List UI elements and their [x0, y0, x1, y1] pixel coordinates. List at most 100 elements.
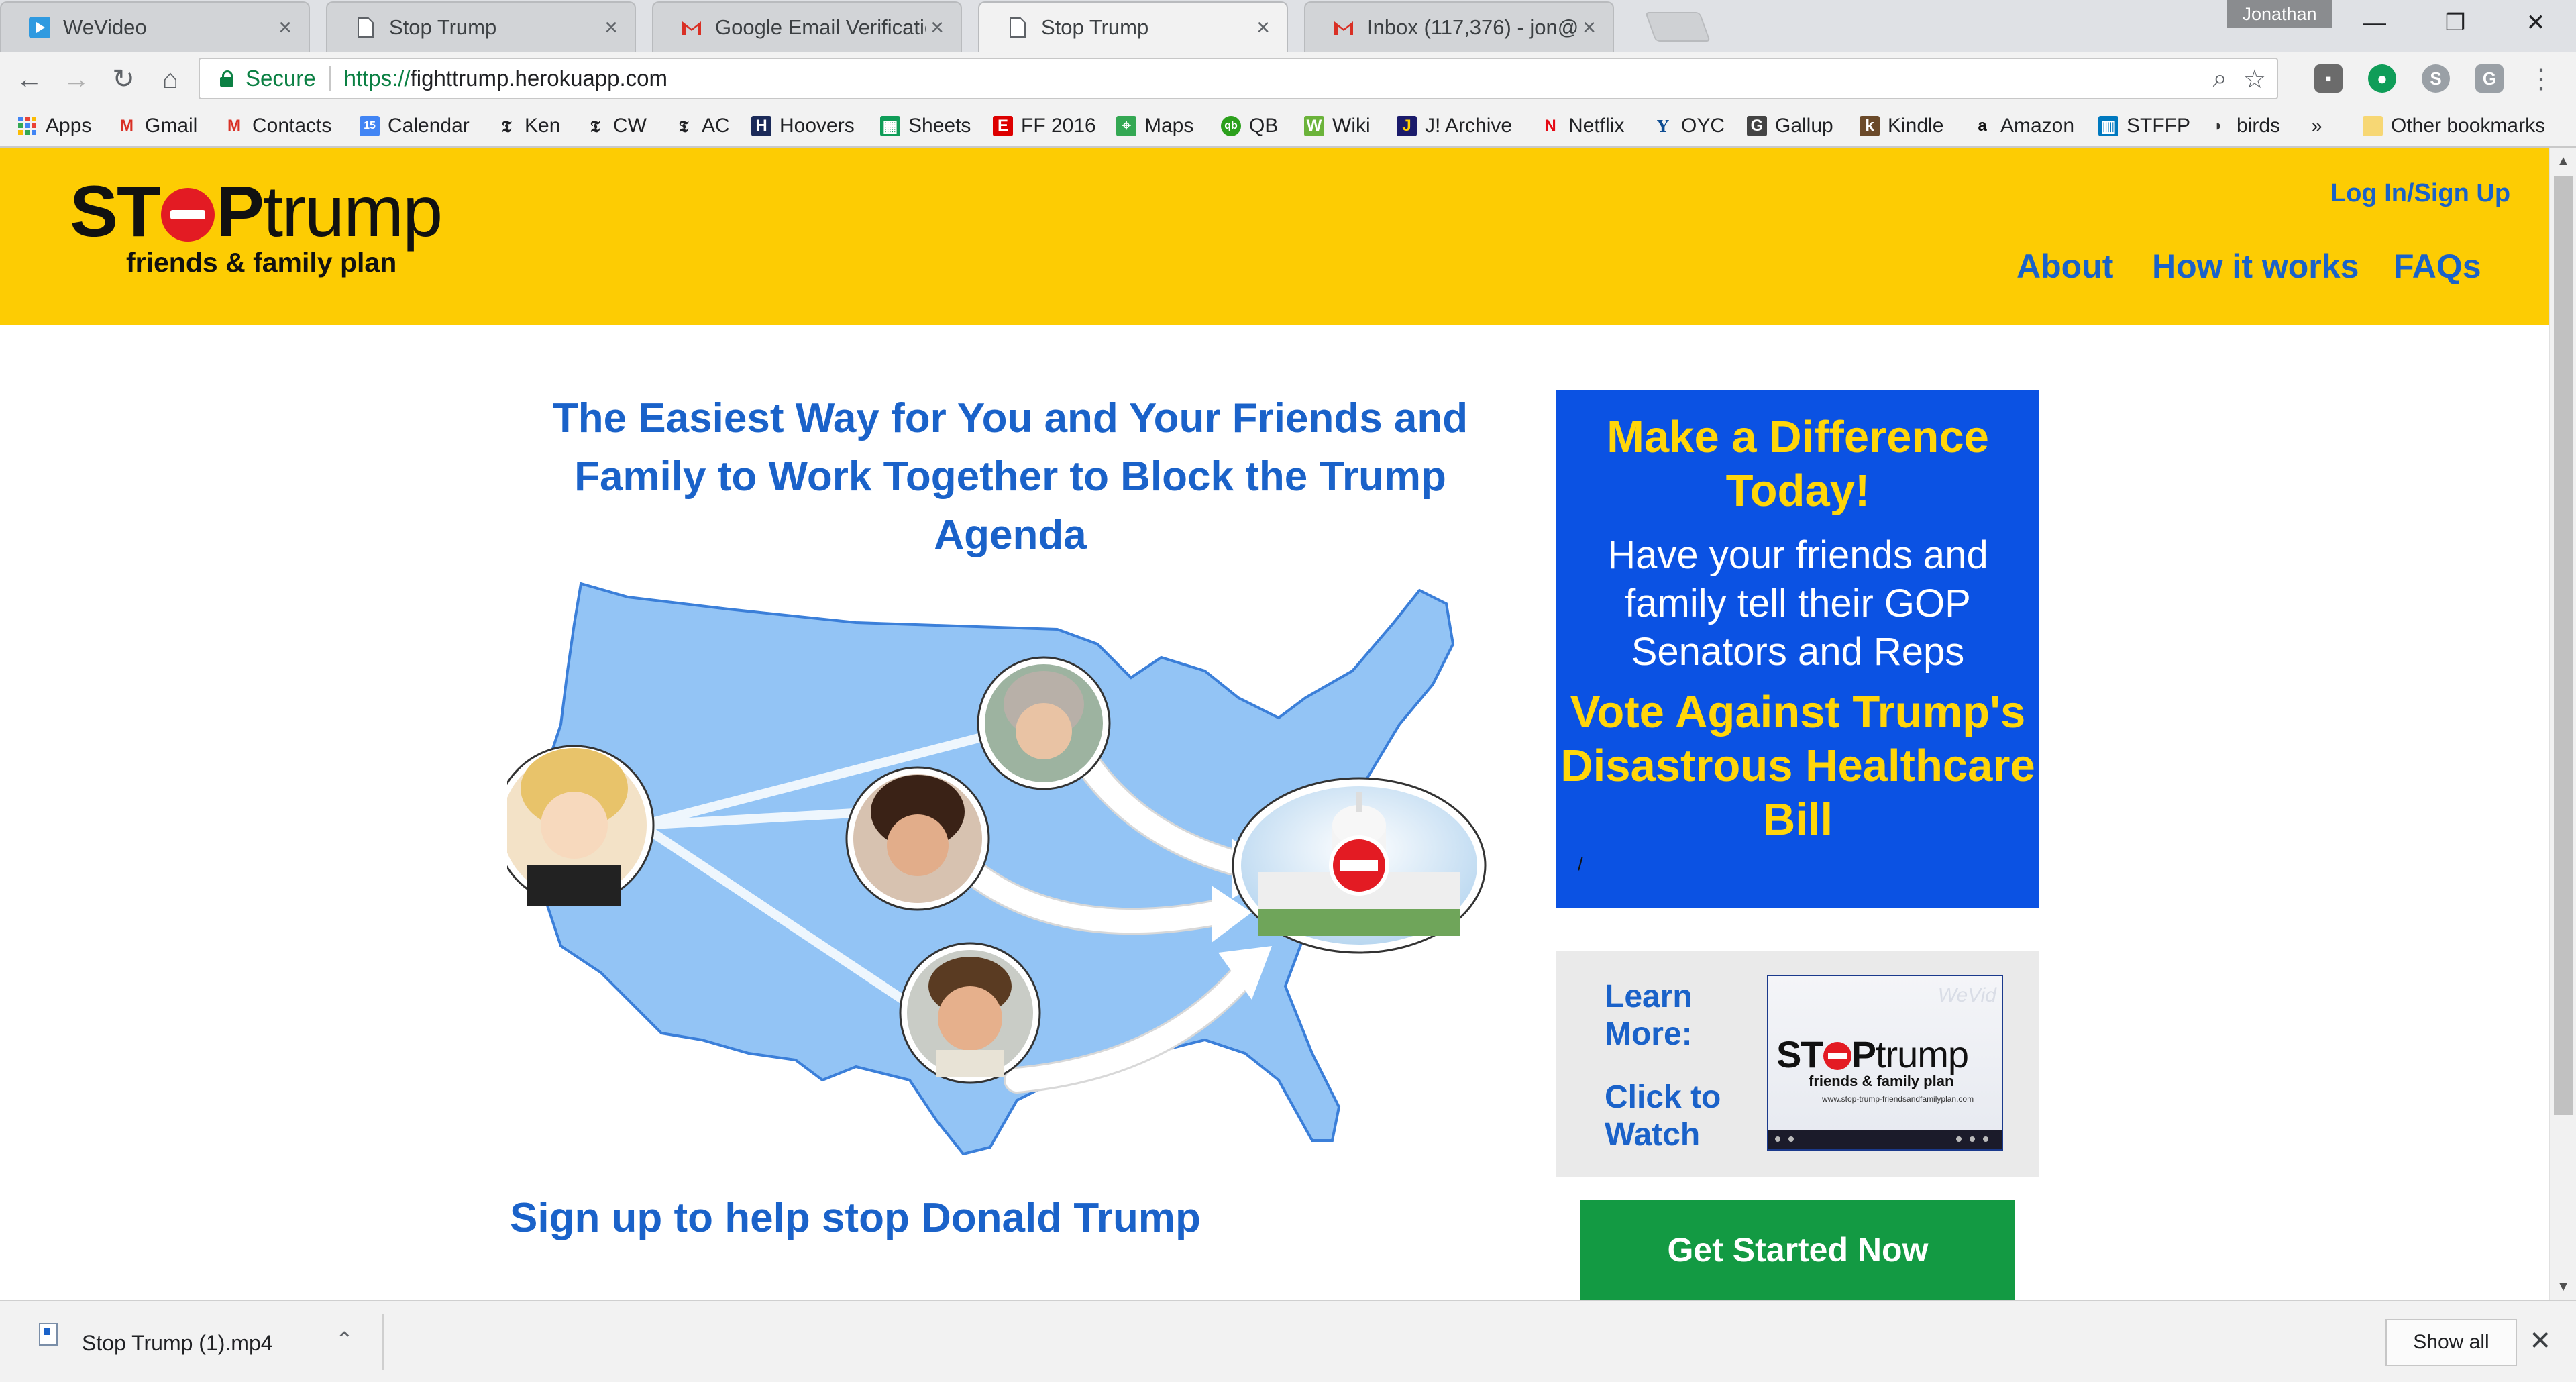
stop-sign-icon [161, 188, 215, 242]
extension-icon[interactable]: ▪ [2314, 64, 2343, 93]
caller-photo-4-male [899, 942, 1041, 1084]
chevron-up-icon[interactable]: ⌃ [335, 1327, 354, 1352]
tab-google-email-verification[interactable]: Google Email Verification × [652, 1, 962, 52]
bookmark-hoovers[interactable]: H Hoovers [751, 113, 855, 140]
bookmark-contacts[interactable]: M Contacts [224, 113, 331, 140]
profile-chip[interactable]: Jonathan [2227, 0, 2332, 28]
gmail-icon: M [120, 117, 133, 135]
bookmark-ac[interactable]: 𝕿 AC [674, 113, 730, 140]
bookmark-oyc[interactable]: Y OYC [1653, 113, 1725, 140]
click-to-watch-label[interactable]: Click to Watch [1605, 1079, 1739, 1154]
close-icon[interactable]: × [600, 15, 623, 41]
wiki-icon: W [1304, 116, 1324, 136]
bookmark-stffp[interactable]: ▥ STFFP [2098, 113, 2190, 140]
bookmark-wiki[interactable]: W Wiki [1304, 113, 1371, 140]
bookmark-ken[interactable]: 𝕿 Ken [496, 113, 561, 140]
close-icon[interactable]: × [274, 15, 297, 41]
page-viewport: ST Ptrump friends & family plan Log In/Si… [0, 148, 2549, 1300]
bookmark-label: Apps [46, 115, 92, 137]
tab-stop-trump-active[interactable]: Stop Trump × [978, 1, 1288, 52]
hangouts-icon[interactable]: ● [2368, 64, 2396, 93]
bookmark-label: Contacts [252, 115, 332, 137]
bookmark-netflix[interactable]: N Netflix [1540, 113, 1624, 140]
bookmark-label: STFFP [2127, 115, 2190, 137]
bookmark-label: Netflix [1568, 115, 1625, 137]
download-filename: Stop Trump (1).mp4 [82, 1331, 273, 1355]
bookmark-maps[interactable]: ⌖ Maps [1116, 113, 1193, 140]
bookmark-label: Kindle [1888, 115, 1944, 137]
learn-more-label[interactable]: Learn More: [1605, 978, 1725, 1053]
tab-wevideo[interactable]: WeVideo × [0, 1, 310, 52]
tab-inbox[interactable]: Inbox (117,376) - jon@to × [1304, 1, 1614, 52]
tab-title: Google Email Verification [715, 15, 926, 39]
bookmark-apps[interactable]: Apps [17, 113, 91, 140]
nav-faqs[interactable]: FAQs [2394, 247, 2481, 286]
espn-icon: E [993, 116, 1013, 136]
bookmark-calendar[interactable]: 15 Calendar [360, 113, 470, 140]
folder-icon [2363, 116, 2383, 136]
restore-icon[interactable]: ❐ [2422, 4, 2489, 42]
nav-about[interactable]: About [2017, 247, 2113, 286]
bookmarks-overflow[interactable]: » [2312, 113, 2322, 140]
bookmark-other[interactable]: Other bookmarks [2363, 113, 2545, 140]
minimize-icon[interactable]: — [2341, 4, 2408, 42]
bookmark-birds[interactable]: ◗ birds [2208, 113, 2280, 140]
video-thumbnail[interactable]: WeVid ST Ptrump friends & family plan www… [1767, 975, 2003, 1151]
grammarly-icon[interactable]: G [2475, 64, 2504, 93]
tab-stop-trump[interactable]: Stop Trump × [326, 1, 636, 52]
scroll-thumb[interactable] [2554, 176, 2573, 1115]
back-icon[interactable]: ← [11, 60, 48, 98]
video-controls [1768, 1130, 2002, 1149]
bookmark-qb[interactable]: qb QB [1221, 113, 1278, 140]
bookmark-gallup[interactable]: G Gallup [1747, 113, 1833, 140]
apps-grid-icon [17, 116, 38, 136]
close-icon[interactable]: × [926, 15, 949, 41]
scroll-up-icon[interactable]: ▲ [2550, 148, 2576, 174]
zoom-search-icon[interactable]: ⌕ [2213, 64, 2227, 95]
bookmark-ff2016[interactable]: E FF 2016 [993, 113, 1096, 140]
show-all-button[interactable]: Show all [2385, 1319, 2517, 1366]
nav-how-it-works[interactable]: How it works [2152, 247, 2359, 286]
bookmark-gmail[interactable]: M Gmail [117, 113, 197, 140]
bookmark-label: Wiki [1332, 115, 1371, 137]
bookmark-cw[interactable]: 𝕿 CW [585, 113, 647, 140]
page-icon [354, 16, 377, 39]
bookmark-amazon[interactable]: a Amazon [1972, 113, 2074, 140]
learn-more-box[interactable]: Learn More: Click to Watch WeVid ST Ptrum… [1556, 951, 2039, 1177]
bookmark-sheets[interactable]: ▦ Sheets [880, 113, 971, 140]
close-icon[interactable]: × [1252, 15, 1275, 41]
bookmark-star-icon[interactable]: ☆ [2243, 64, 2266, 95]
nyt-icon: 𝕿 [678, 116, 689, 136]
site-header: ST Ptrump friends & family plan Log In/Si… [0, 148, 2549, 325]
login-signup-link[interactable]: Log In/Sign Up [2330, 179, 2510, 208]
scroll-down-icon[interactable]: ▼ [2550, 1273, 2576, 1300]
signup-heading: Sign up to help stop Donald Trump [510, 1195, 1201, 1241]
promo-call-to-action: Vote Against Trump's Disastrous Healthca… [1560, 687, 2035, 845]
address-bar[interactable]: Secure https:// fighttrump.herokuapp.com… [199, 58, 2278, 99]
bookmark-label: Other bookmarks [2391, 115, 2546, 137]
bookmark-label: OYC [1681, 115, 1725, 137]
thumb-url: www.stop-trump-friendsandfamilyplan.com [1822, 1094, 1974, 1104]
forward-icon[interactable]: → [58, 60, 95, 98]
close-icon[interactable]: ✕ [2529, 1326, 2552, 1357]
downloads-bar: Stop Trump (1).mp4 ⌃ Show all ✕ [0, 1300, 2576, 1382]
home-icon[interactable]: ⌂ [152, 60, 189, 98]
bookmark-label: Calendar [388, 115, 470, 137]
bookmark-jarchive[interactable]: J J! Archive [1397, 113, 1512, 140]
bookmark-kindle[interactable]: k Kindle [1860, 113, 1943, 140]
menu-icon[interactable]: ⋮ [2528, 60, 2555, 98]
window-close-icon[interactable]: ✕ [2502, 4, 2569, 42]
download-item[interactable]: Stop Trump (1).mp4 ⌃ [0, 1314, 384, 1370]
bookmarks-bar: Apps M Gmail M Contacts 15 Calendar 𝕿 Ke… [0, 105, 2576, 148]
trello-icon: ▥ [2098, 116, 2118, 136]
page-scrollbar[interactable]: ▲ ▼ [2549, 148, 2576, 1300]
tab-title: Stop Trump [1041, 15, 1149, 39]
jarchive-icon: J [1397, 116, 1417, 136]
bookmark-label: AC [702, 115, 730, 137]
close-icon[interactable]: × [1578, 15, 1601, 41]
skype-icon[interactable]: S [2422, 64, 2450, 93]
get-started-button[interactable]: Get Started Now [1580, 1200, 2015, 1300]
reload-icon[interactable]: ↻ [105, 60, 142, 98]
site-logo[interactable]: ST Ptrump friends & family plan [70, 174, 472, 282]
new-tab-button[interactable] [1644, 12, 1711, 42]
